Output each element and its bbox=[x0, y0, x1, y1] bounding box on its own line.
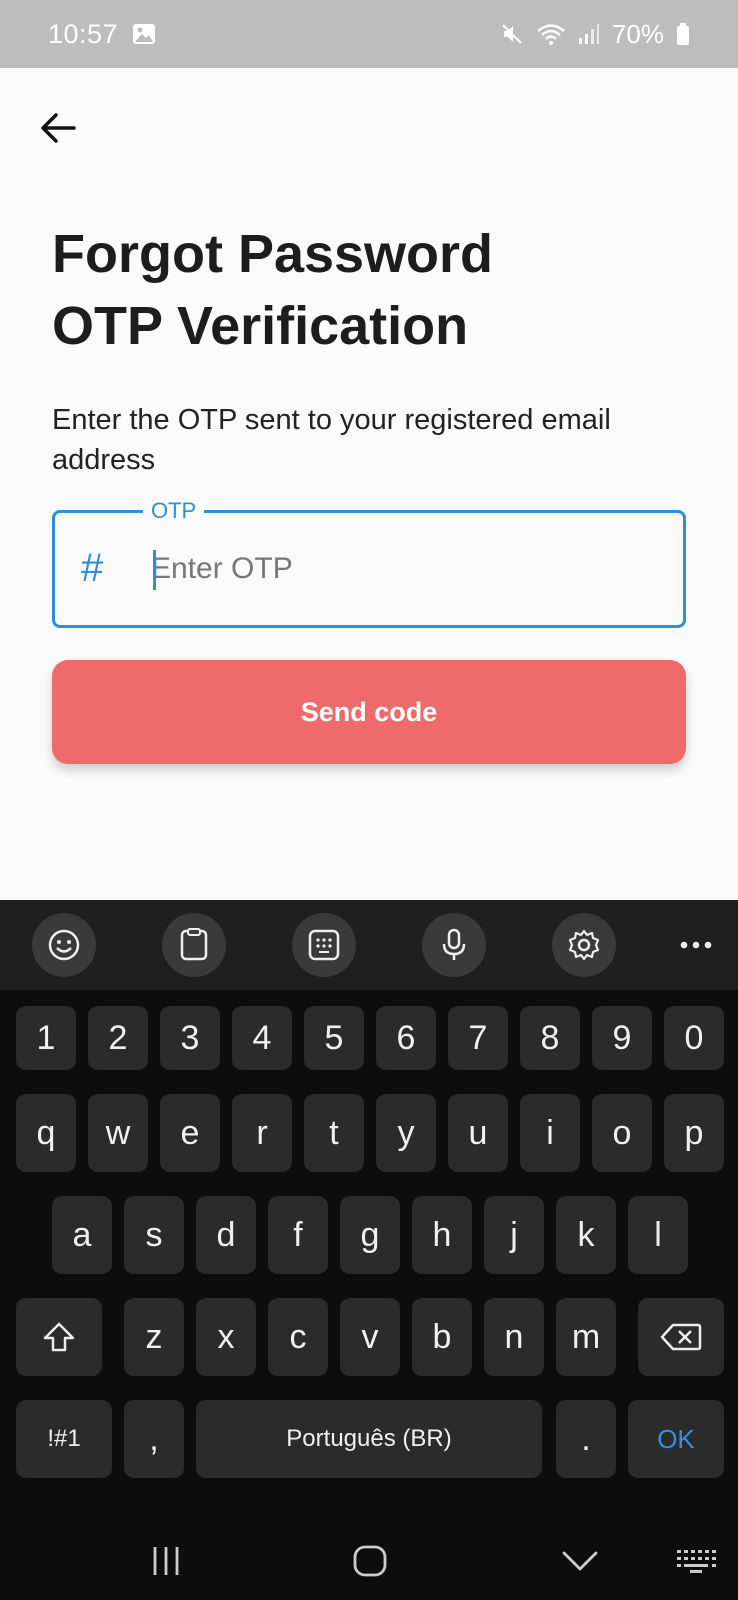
wifi-icon bbox=[536, 22, 566, 46]
app-content: Forgot Password OTP Verification Enter t… bbox=[0, 68, 738, 900]
soft-keyboard: 1 2 3 4 5 6 7 8 9 0 q w e r t y u i o p … bbox=[0, 900, 738, 1600]
more-icon bbox=[680, 941, 712, 949]
text-caret bbox=[153, 550, 156, 590]
key-4[interactable]: 4 bbox=[232, 1006, 292, 1070]
microphone-icon bbox=[442, 928, 466, 960]
recents-icon bbox=[153, 1547, 179, 1575]
key-u[interactable]: u bbox=[448, 1094, 508, 1172]
key-h[interactable]: h bbox=[412, 1196, 472, 1274]
home-icon bbox=[353, 1545, 387, 1577]
arrow-left-icon bbox=[41, 113, 76, 143]
battery-text: 70% bbox=[611, 18, 664, 49]
key-m[interactable]: m bbox=[556, 1298, 616, 1376]
more-options-button[interactable] bbox=[664, 913, 728, 977]
emoji-button[interactable] bbox=[32, 913, 96, 977]
status-left: 10:57 bbox=[48, 19, 156, 50]
comma-key[interactable]: , bbox=[124, 1400, 184, 1478]
navigation-bar bbox=[0, 1520, 738, 1600]
key-k[interactable]: k bbox=[556, 1196, 616, 1274]
key-t[interactable]: t bbox=[304, 1094, 364, 1172]
voice-input-button[interactable] bbox=[422, 913, 486, 977]
otp-field-label: OTP bbox=[143, 497, 205, 525]
key-5[interactable]: 5 bbox=[304, 1006, 364, 1070]
key-z[interactable]: z bbox=[124, 1298, 184, 1376]
status-right: 70% bbox=[500, 19, 690, 50]
key-a[interactable]: a bbox=[52, 1196, 112, 1274]
status-bar: 10:57 70% bbox=[0, 0, 738, 68]
key-x[interactable]: x bbox=[196, 1298, 256, 1376]
backspace-key[interactable] bbox=[638, 1298, 724, 1376]
key-v[interactable]: v bbox=[340, 1298, 400, 1376]
key-1[interactable]: 1 bbox=[16, 1006, 76, 1070]
gallery-icon bbox=[132, 23, 156, 45]
key-c[interactable]: c bbox=[268, 1298, 328, 1376]
otp-input[interactable] bbox=[151, 539, 651, 599]
clipboard-icon bbox=[180, 928, 208, 961]
key-o[interactable]: o bbox=[592, 1094, 652, 1172]
key-p[interactable]: p bbox=[664, 1094, 724, 1172]
key-f[interactable]: f bbox=[268, 1196, 328, 1274]
space-key[interactable]: Português (BR) bbox=[196, 1400, 542, 1478]
key-9[interactable]: 9 bbox=[592, 1006, 652, 1070]
home-button[interactable] bbox=[340, 1536, 400, 1586]
keyboard-icon bbox=[677, 1550, 716, 1573]
page-title: Forgot Password OTP Verification bbox=[52, 218, 692, 362]
settings-button[interactable] bbox=[552, 913, 616, 977]
keypad-button[interactable] bbox=[292, 913, 356, 977]
mute-icon bbox=[500, 22, 524, 46]
key-8[interactable]: 8 bbox=[520, 1006, 580, 1070]
page-title-line1: Forgot Password bbox=[52, 224, 494, 284]
key-2[interactable]: 2 bbox=[88, 1006, 148, 1070]
key-l[interactable]: l bbox=[628, 1196, 688, 1274]
nav-back-button[interactable] bbox=[550, 1536, 610, 1586]
key-7[interactable]: 7 bbox=[448, 1006, 508, 1070]
signal-icon bbox=[578, 22, 600, 46]
key-r[interactable]: r bbox=[232, 1094, 292, 1172]
send-code-button[interactable]: Send code bbox=[52, 660, 686, 764]
key-w[interactable]: w bbox=[88, 1094, 148, 1172]
key-6[interactable]: 6 bbox=[376, 1006, 436, 1070]
keypad-icon bbox=[308, 929, 340, 961]
shift-key[interactable] bbox=[16, 1298, 102, 1376]
status-time: 10:57 bbox=[48, 18, 119, 49]
shift-icon bbox=[43, 1322, 75, 1352]
key-b[interactable]: b bbox=[412, 1298, 472, 1376]
key-j[interactable]: j bbox=[484, 1196, 544, 1274]
page-title-line2: OTP Verification bbox=[52, 296, 469, 356]
settings-icon bbox=[568, 929, 600, 961]
key-3[interactable]: 3 bbox=[160, 1006, 220, 1070]
chevron-down-icon bbox=[562, 1551, 598, 1571]
clipboard-button[interactable] bbox=[162, 913, 226, 977]
back-button[interactable] bbox=[34, 104, 82, 152]
key-y[interactable]: y bbox=[376, 1094, 436, 1172]
recents-button[interactable] bbox=[136, 1536, 196, 1586]
key-q[interactable]: q bbox=[16, 1094, 76, 1172]
key-n[interactable]: n bbox=[484, 1298, 544, 1376]
ok-key[interactable]: OK bbox=[628, 1400, 724, 1478]
key-s[interactable]: s bbox=[124, 1196, 184, 1274]
key-d[interactable]: d bbox=[196, 1196, 256, 1274]
period-key[interactable]: . bbox=[556, 1400, 616, 1478]
key-e[interactable]: e bbox=[160, 1094, 220, 1172]
battery-icon bbox=[676, 22, 690, 46]
key-g[interactable]: g bbox=[340, 1196, 400, 1274]
emoji-icon bbox=[48, 929, 80, 961]
keyboard-switch-button[interactable] bbox=[666, 1536, 726, 1586]
key-i[interactable]: i bbox=[520, 1094, 580, 1172]
backspace-icon bbox=[660, 1323, 702, 1351]
instructions-text: Enter the OTP sent to your registered em… bbox=[52, 404, 611, 476]
otp-field[interactable]: OTP # bbox=[52, 497, 686, 628]
key-0[interactable]: 0 bbox=[664, 1006, 724, 1070]
keyboard-toolbar bbox=[0, 900, 738, 990]
hash-icon: # bbox=[81, 546, 104, 590]
symbols-key[interactable]: !#1 bbox=[16, 1400, 112, 1478]
